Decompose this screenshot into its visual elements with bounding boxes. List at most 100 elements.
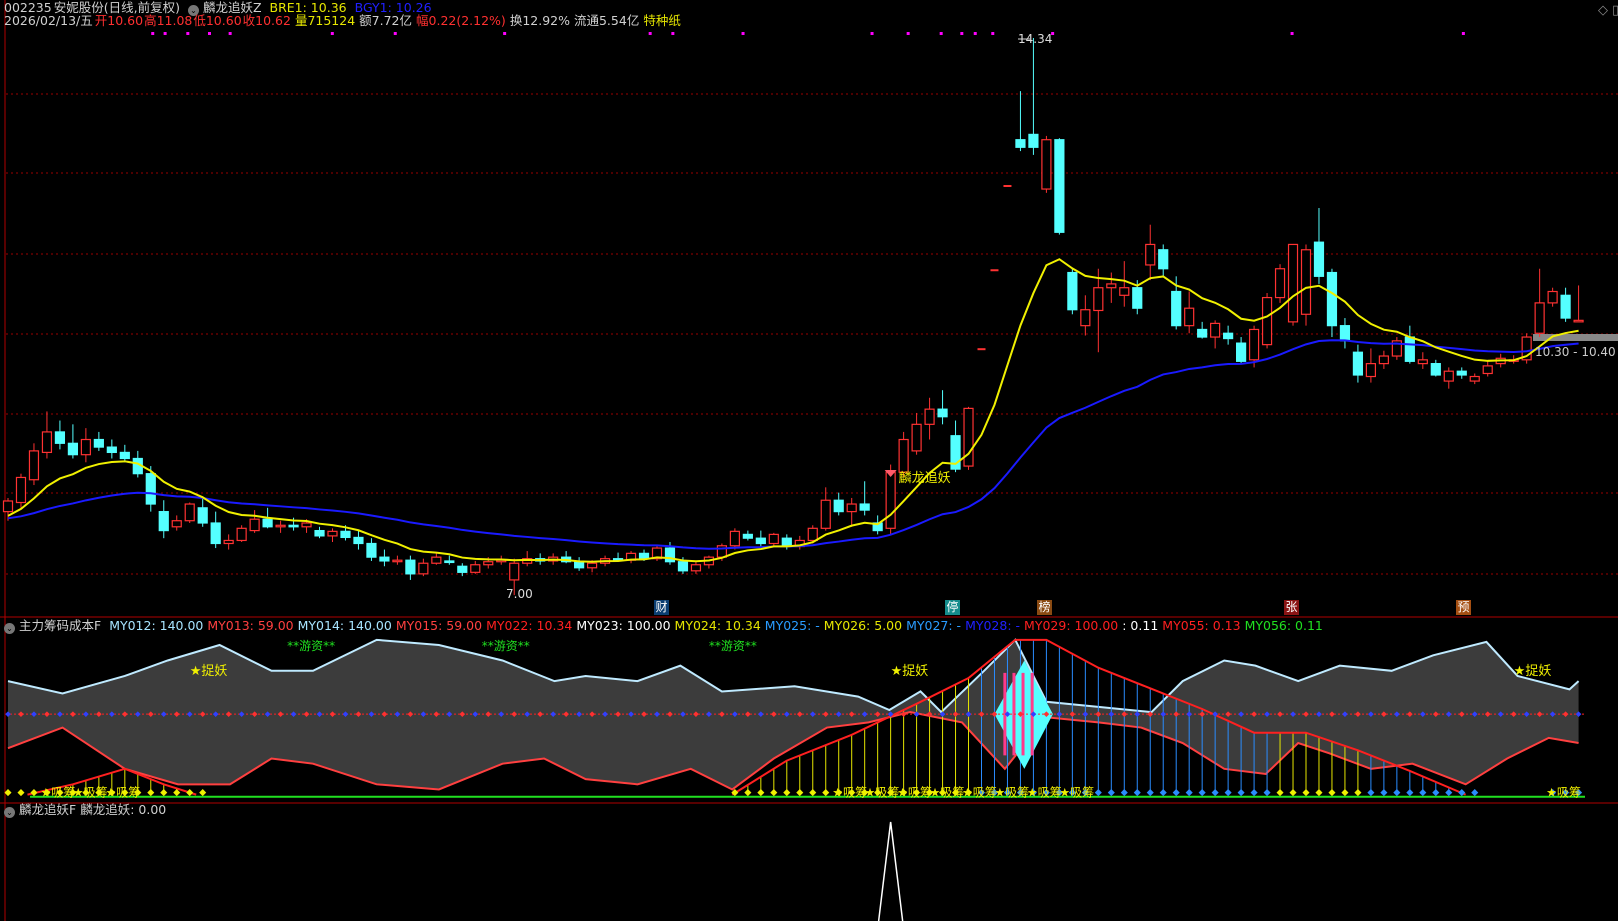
signal-diamond bbox=[1315, 789, 1323, 797]
signal-diamond bbox=[30, 789, 38, 797]
marker-dot bbox=[648, 32, 652, 35]
candle-body bbox=[1313, 241, 1325, 277]
diamond-icon[interactable]: ◇ bbox=[1598, 3, 1608, 18]
chevron-down-icon[interactable]: ⌄ bbox=[4, 807, 15, 818]
candle-body bbox=[418, 562, 429, 575]
signal-diamond bbox=[1250, 789, 1258, 797]
indicator-value: MY028: - bbox=[965, 618, 1021, 633]
candle-body bbox=[340, 530, 351, 539]
signal-spike bbox=[877, 821, 904, 921]
chevron-down-icon[interactable]: ⌄ bbox=[4, 623, 15, 634]
absorb-label: ★吸筹 bbox=[865, 786, 900, 800]
candle-body bbox=[353, 536, 364, 545]
candle-body bbox=[288, 524, 299, 528]
candle-body bbox=[833, 499, 844, 513]
signal-diamond bbox=[1185, 789, 1193, 797]
candle-body bbox=[80, 438, 91, 456]
absorb-label: ★吸筹 bbox=[962, 786, 997, 800]
candle-body bbox=[119, 451, 130, 460]
candle-body bbox=[690, 564, 702, 572]
signal-diamond bbox=[1406, 789, 1414, 797]
sector-tag[interactable]: 特种纸 bbox=[643, 13, 681, 28]
signal-diamond bbox=[770, 789, 778, 797]
signal-diamond bbox=[186, 789, 194, 797]
signal-diamond bbox=[796, 789, 804, 797]
event-marker-forecast[interactable]: 预 bbox=[1456, 600, 1471, 615]
signal-diamond bbox=[1120, 789, 1128, 797]
marker-dot bbox=[186, 32, 190, 35]
absorb-label: ★吸筹 bbox=[1059, 786, 1094, 800]
event-marker-rank[interactable]: 榜 bbox=[1037, 600, 1052, 615]
low-price-label: 7.00 bbox=[506, 587, 533, 601]
marker-dot bbox=[1461, 32, 1465, 35]
candle-body bbox=[106, 446, 117, 454]
candle-body bbox=[820, 499, 831, 529]
candle-body bbox=[171, 520, 182, 528]
marker-dot bbox=[393, 32, 397, 35]
change: 幅0.22(2.12%) bbox=[416, 13, 506, 28]
candle-body bbox=[911, 423, 922, 452]
indicator-header: ⌄ 主力筹码成本F MY012: 140.00 MY013: 59.00 MY014:… bbox=[4, 618, 1327, 634]
candle-body bbox=[431, 556, 442, 564]
absorb-label: ★吸筹 bbox=[1027, 786, 1062, 800]
event-label: 财 bbox=[655, 600, 668, 614]
candle-body bbox=[67, 442, 79, 456]
marker-dot bbox=[960, 32, 964, 35]
absorb-label: ★吸筹 bbox=[930, 786, 965, 800]
signal-diamond bbox=[1198, 789, 1206, 797]
indicator-value: MY056: 0.11 bbox=[1244, 618, 1323, 633]
candle-body bbox=[898, 438, 909, 473]
candle-body bbox=[755, 537, 766, 545]
signal-diamond bbox=[1380, 789, 1388, 797]
stock-chart[interactable]: 14.347.0010.30 - 10.40麟龙追妖★捉妖 ★捉妖 ★捉妖**游资*… bbox=[0, 0, 1618, 921]
event-label: 榜 bbox=[1038, 600, 1051, 614]
signal-diamond bbox=[1211, 789, 1219, 797]
candle-body bbox=[859, 503, 870, 511]
candle-body bbox=[1054, 139, 1065, 233]
candle-body bbox=[1235, 342, 1247, 362]
candle-body bbox=[768, 533, 779, 545]
catch-label: ★捉妖 bbox=[1514, 664, 1552, 679]
candle-body bbox=[457, 565, 468, 573]
event-marker-finance[interactable]: 财 bbox=[654, 600, 669, 615]
signal-diamond bbox=[744, 789, 752, 797]
marker-dot bbox=[330, 32, 334, 35]
hot-money-label: **游资** bbox=[709, 639, 757, 653]
signal-diamond bbox=[1263, 789, 1271, 797]
candle-body bbox=[846, 503, 857, 513]
candle-body bbox=[223, 539, 234, 545]
candle-body bbox=[1443, 370, 1454, 382]
candle-body bbox=[93, 438, 104, 448]
candle-body bbox=[470, 564, 481, 573]
absorb-label: ★吸筹 bbox=[73, 786, 108, 800]
candle-body bbox=[574, 561, 585, 569]
event-marker-limit[interactable]: 张 bbox=[1284, 600, 1299, 615]
indicator-name[interactable]: 主力筹码成本F bbox=[19, 618, 101, 633]
absorb-label: ★吸筹 bbox=[105, 786, 140, 800]
candle-body bbox=[1300, 249, 1312, 315]
candle-body bbox=[807, 527, 818, 542]
absorb-label: ★吸筹 bbox=[897, 786, 932, 800]
candle-body bbox=[990, 269, 999, 272]
candle-body bbox=[1378, 355, 1389, 365]
float-cap: 流通5.54亿 bbox=[573, 13, 640, 28]
candle-body bbox=[1210, 322, 1221, 338]
indicator-name[interactable]: 麟龙追妖F bbox=[19, 802, 76, 817]
marker-dot bbox=[973, 32, 977, 35]
signal-diamond bbox=[822, 789, 830, 797]
signal-diamond bbox=[4, 789, 12, 797]
window-icon[interactable]: ▯ bbox=[1612, 3, 1618, 18]
candle-body bbox=[444, 560, 455, 564]
candle-body bbox=[327, 530, 338, 537]
turnover: 换12.92% bbox=[509, 13, 570, 28]
candle-body bbox=[210, 522, 221, 545]
event-marker-suspend[interactable]: 停 bbox=[945, 600, 960, 615]
candle-body bbox=[145, 473, 156, 505]
candle-body bbox=[262, 518, 273, 528]
marker-dot bbox=[207, 32, 211, 35]
signal-diamond bbox=[1328, 789, 1336, 797]
signal-diamond bbox=[809, 789, 817, 797]
signal-diamond bbox=[1146, 789, 1154, 797]
signal-diamond bbox=[17, 789, 25, 797]
candle-body bbox=[184, 503, 195, 522]
